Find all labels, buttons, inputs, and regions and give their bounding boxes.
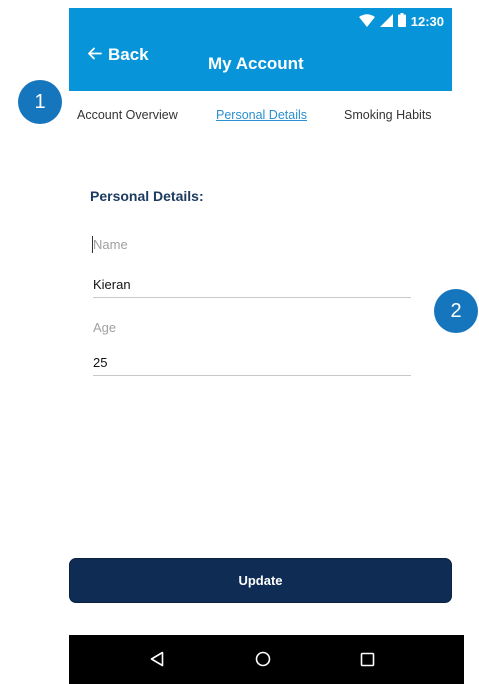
recents-square-icon[interactable] (355, 647, 379, 671)
name-label: Name (93, 237, 128, 252)
callout-badge-1: 1 (18, 80, 62, 124)
wifi-icon (358, 13, 375, 30)
back-button[interactable]: Back (87, 45, 149, 65)
status-icons: 12:30 (358, 13, 444, 30)
battery-icon (397, 13, 406, 30)
app-screen: 12:30 Back My Account 1 Account Overview… (0, 0, 479, 684)
tab-personal-details[interactable]: Personal Details (216, 108, 307, 122)
tab-account-overview[interactable]: Account Overview (77, 108, 178, 122)
update-button[interactable]: Update (69, 558, 452, 603)
name-field[interactable] (93, 275, 411, 298)
page-title: My Account (208, 54, 304, 73)
age-label: Age (93, 320, 117, 335)
age-field[interactable] (93, 353, 411, 376)
tab-bar: Account Overview Personal Details Smokin… (69, 108, 452, 128)
system-nav-bar (69, 635, 464, 684)
arrow-left-icon (87, 45, 102, 65)
cell-signal-icon (379, 13, 393, 30)
status-bar: 12:30 (69, 8, 452, 34)
back-label: Back (108, 45, 149, 64)
section-title: Personal Details: (90, 188, 204, 204)
back-triangle-icon[interactable] (145, 647, 169, 671)
app-header: Back My Account (69, 34, 452, 91)
tab-smoking-habits[interactable]: Smoking Habits (344, 108, 432, 122)
callout-badge-2: 2 (434, 289, 478, 333)
home-circle-icon[interactable] (251, 647, 275, 671)
status-time: 12:30 (410, 14, 444, 29)
